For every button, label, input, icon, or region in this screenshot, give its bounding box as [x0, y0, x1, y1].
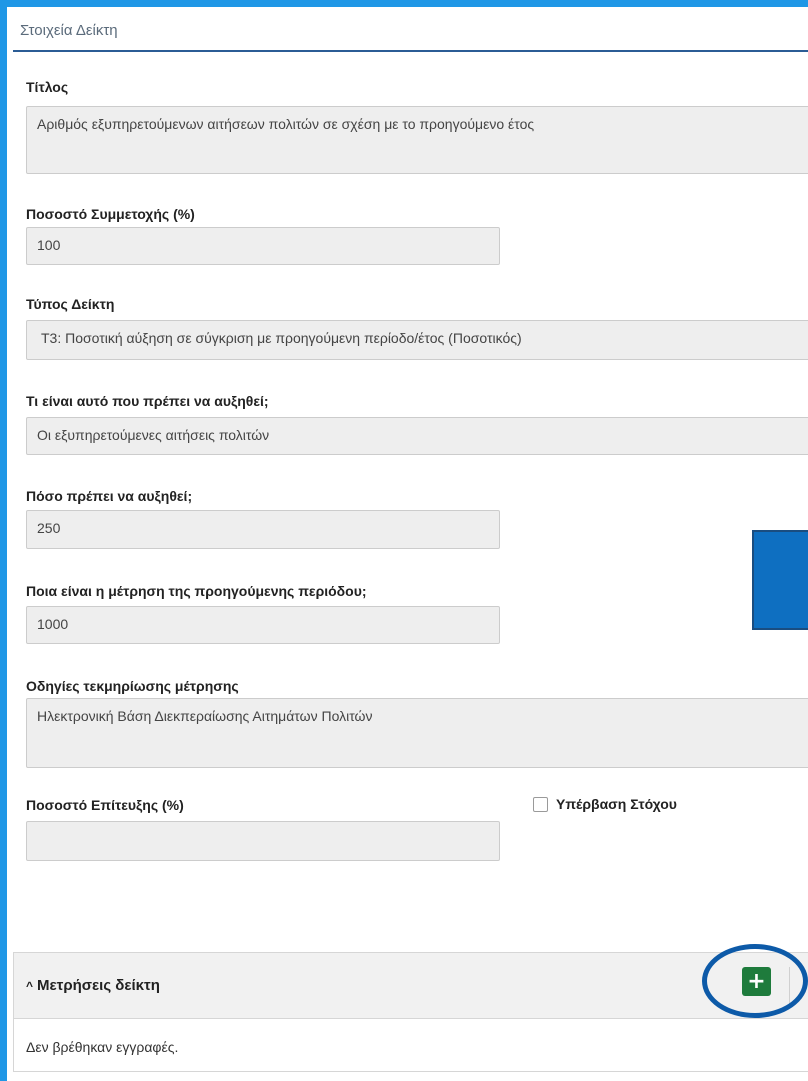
title-field[interactable]: Αριθμός εξυπηρετούμενων αιτήσεων πολιτών…: [26, 106, 808, 174]
participation-label: Ποσοστό Συμμετοχής (%): [26, 206, 195, 222]
chevron-up-icon: ^: [26, 978, 34, 993]
side-panel-tab[interactable]: [752, 530, 808, 630]
target-exceeded-checkbox[interactable]: [533, 796, 548, 812]
plus-icon: +: [747, 968, 766, 994]
measurements-panel-title[interactable]: ^ Μετρήσεις δείκτη: [26, 977, 160, 994]
documentation-label: Οδηγίες τεκμηρίωσης μέτρησης: [26, 678, 239, 694]
achievement-label: Ποσοστό Επίτευξης (%): [26, 797, 184, 813]
previous-measurement-label: Ποια είναι η μέτρηση της προηγούμενης πε…: [26, 583, 367, 599]
add-measurement-button[interactable]: +: [742, 967, 771, 996]
title-label: Τίτλος: [26, 79, 69, 95]
section-divider: [13, 50, 808, 52]
how-much-field[interactable]: 250: [26, 510, 500, 549]
measurements-title-text: Μετρήσεις δείκτη: [37, 977, 160, 994]
previous-measurement-field[interactable]: 1000: [26, 606, 500, 644]
how-much-label: Πόσο πρέπει να αυξηθεί;: [26, 488, 193, 504]
participation-field[interactable]: 100: [26, 227, 500, 265]
measurements-panel-header[interactable]: ^ Μετρήσεις δείκτη: [14, 953, 808, 1019]
measurements-panel: ^ Μετρήσεις δείκτη Δεν βρέθηκαν εγγραφές…: [13, 952, 808, 1072]
target-exceeded-label: Υπέρβαση Στόχου: [556, 796, 677, 812]
empty-records-message: Δεν βρέθηκαν εγγραφές.: [26, 1039, 179, 1055]
section-title: Στοιχεία Δείκτη: [20, 22, 118, 39]
what-increase-field[interactable]: Οι εξυπηρετούμενες αιτήσεις πολιτών: [26, 417, 808, 455]
indicator-type-label: Τύπος Δείκτη: [26, 296, 115, 312]
panel-header-divider: [789, 967, 790, 1005]
what-increase-label: Τι είναι αυτό που πρέπει να αυξηθεί;: [26, 393, 269, 409]
documentation-field[interactable]: Ηλεκτρονική Βάση Διεκπεραίωσης Αιτημάτων…: [26, 698, 808, 768]
indicator-type-select[interactable]: Τ3: Ποσοτική αύξηση σε σύγκριση με προηγ…: [26, 320, 808, 360]
target-exceeded-control[interactable]: Υπέρβαση Στόχου: [533, 796, 677, 812]
achievement-field[interactable]: [26, 821, 500, 861]
